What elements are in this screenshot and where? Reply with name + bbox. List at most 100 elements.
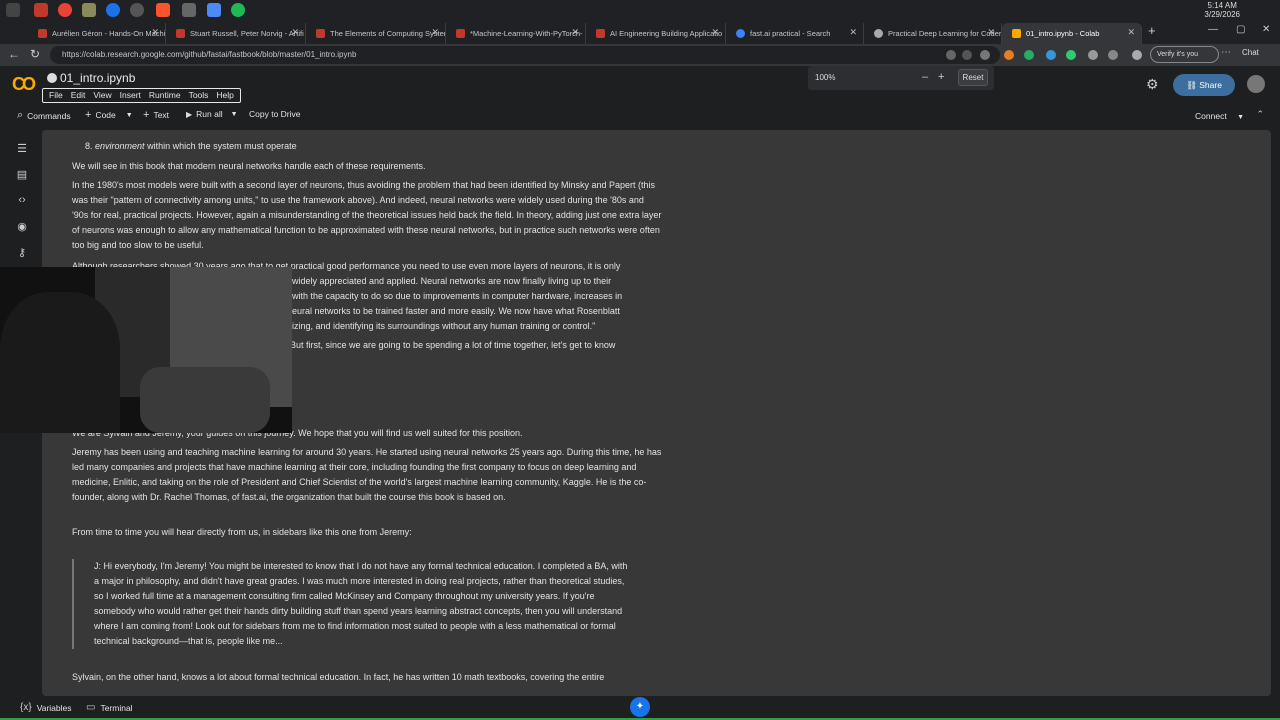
taskbar-app-icon[interactable] [182,3,196,17]
clock-date: 3/29/2026 [1204,10,1240,19]
browser-tab[interactable]: AI Engineering Building Applicatio ✕ [586,23,726,44]
new-tab-button[interactable]: + [1148,23,1156,38]
favorites-icon[interactable] [1132,50,1142,60]
chrome-taskbar-icon[interactable] [58,3,72,17]
copy-to-drive-button[interactable]: Copy to Drive [249,109,301,119]
close-icon[interactable]: ✕ [1127,27,1135,38]
close-window-icon[interactable]: ✕ [1262,24,1270,35]
menu-view[interactable]: View [89,89,115,102]
system-clock[interactable]: 5:14 AM 3/29/2026 [1204,1,1240,19]
back-icon[interactable]: ← [8,47,20,61]
close-icon[interactable]: ✕ [151,27,159,38]
pdf-icon [316,29,325,38]
emphasis-text: environment [95,141,145,151]
avatar[interactable] [1247,75,1265,93]
chevron-down-icon[interactable]: ▼ [231,111,238,118]
paragraph: From time to time you will hear directly… [72,527,412,537]
search-icon: ⌕ [17,109,24,121]
zoom-in-button[interactable]: + [938,71,944,83]
menu-runtime[interactable]: Runtime [145,89,185,102]
globe-icon [874,29,883,38]
close-icon[interactable]: ✕ [849,27,857,38]
taskbar-app-icon[interactable] [82,3,96,17]
close-icon[interactable]: ✕ [291,27,299,38]
address-bar[interactable]: https://colab.research.google.com/github… [50,46,1000,64]
connect-button[interactable]: Connect ▼ [1195,111,1244,121]
chat-button[interactable]: Chat [1242,48,1259,57]
document-icon[interactable]: ▤ [15,168,29,182]
edge-taskbar-icon[interactable] [106,3,120,17]
browser-tab[interactable]: Aurélien Géron - Hands-On Machi ✕ [28,23,166,44]
run-all-button[interactable]: ▶ Run all ▼ [186,109,238,119]
more-menu-icon[interactable]: ⋯ [1221,47,1231,58]
gemini-icon[interactable]: ✦ [630,697,650,717]
zoom-indicator-icon[interactable] [946,50,956,60]
browser-tab[interactable]: Practical Deep Learning for Coder: ✕ [864,23,1002,44]
paragraph: We will see in this book that modern neu… [72,161,426,171]
extension-icon[interactable] [1004,50,1014,60]
colab-logo[interactable]: CO [12,74,36,95]
add-code-button[interactable]: + Code ▼ [85,109,133,121]
close-icon[interactable]: ✕ [987,27,995,38]
key-icon[interactable]: ⚷ [15,246,29,260]
tab-label: Stuart Russell, Peter Norvig - Artifi [190,29,304,38]
refresh-icon[interactable] [1108,50,1118,60]
variables-icon: {x} [20,702,32,713]
code-snippets-icon[interactable]: ‹› [15,194,29,208]
list-number: 8. [85,141,93,151]
share-button[interactable]: ⛓ Share [1173,74,1235,96]
variables-button[interactable]: {x} Variables [20,702,72,713]
link-icon: ⛓ [1186,80,1200,90]
bookmark-star-icon[interactable] [980,50,990,60]
paragraph-line: But first, since we are going to be spen… [290,340,616,350]
secrets-icon[interactable]: ◉ [15,220,29,234]
add-text-button[interactable]: + Text [143,109,169,121]
browser-tab[interactable]: The Elements of Computing Syster ✕ [306,23,446,44]
tab-label: *Machine-Learning-With-PyTorch- [470,29,583,38]
paragraph: Sylvain, on the other hand, knows a lot … [72,672,605,682]
notebook-toolbar: ⌕ Commands + Code ▼ + Text ▶ Run all ▼ C… [0,107,1280,125]
extension-icon[interactable] [1046,50,1056,60]
shield-icon[interactable] [1024,50,1034,60]
extension-icon[interactable] [1088,50,1098,60]
gear-icon[interactable]: ⚙ [1146,76,1159,93]
zoom-reset-button[interactable]: Reset [958,69,988,86]
taskbar-app-icon[interactable] [207,3,221,17]
brave-taskbar-icon[interactable] [156,3,170,17]
browser-tab-active[interactable]: 01_intro.ipynb - Colab ✕ [1002,23,1142,44]
plus-icon: + [85,109,92,121]
spotify-taskbar-icon[interactable] [231,3,245,17]
table-of-contents-icon[interactable]: ☰ [15,142,29,156]
browser-tab[interactable]: Stuart Russell, Peter Norvig - Artifi ✕ [166,23,306,44]
taskbar-app-icon[interactable] [130,3,144,17]
chevron-down-icon[interactable]: ▼ [1237,114,1244,121]
close-icon[interactable]: ✕ [431,27,439,38]
notebook-title[interactable]: 01_intro.ipynb [47,71,135,85]
tab-label: 01_intro.ipynb - Colab [1026,29,1100,38]
commands-button[interactable]: ⌕ Commands [17,109,71,122]
menu-edit[interactable]: Edit [67,89,90,102]
extension-icon[interactable] [962,50,972,60]
reload-icon[interactable]: ↻ [30,47,40,61]
chevron-down-icon[interactable]: ▼ [126,112,133,119]
maximize-icon[interactable]: ▢ [1236,24,1245,35]
menu-insert[interactable]: Insert [116,89,145,102]
pdf-icon [456,29,465,38]
menu-file[interactable]: File [45,89,67,102]
webcam-person [0,292,120,433]
windows-start-icon[interactable] [6,3,20,17]
terminal-button[interactable]: ▭ Terminal [86,702,133,713]
minimize-icon[interactable]: — [1208,24,1218,35]
taskbar-app-icon[interactable] [34,3,48,17]
extension-icon[interactable] [1066,50,1076,60]
menu-tools[interactable]: Tools [185,89,213,102]
github-icon [47,73,57,83]
close-icon[interactable]: ✕ [711,27,719,38]
chevron-up-icon[interactable]: ⌃ [1256,109,1264,120]
menu-help[interactable]: Help [212,89,237,102]
close-icon[interactable]: ✕ [571,27,579,38]
browser-tab[interactable]: fast.ai practical - Search ✕ [726,23,864,44]
verify-button[interactable]: Verify it's you [1150,46,1220,63]
browser-tab[interactable]: *Machine-Learning-With-PyTorch- ✕ [446,23,586,44]
zoom-out-button[interactable]: – [922,71,928,83]
